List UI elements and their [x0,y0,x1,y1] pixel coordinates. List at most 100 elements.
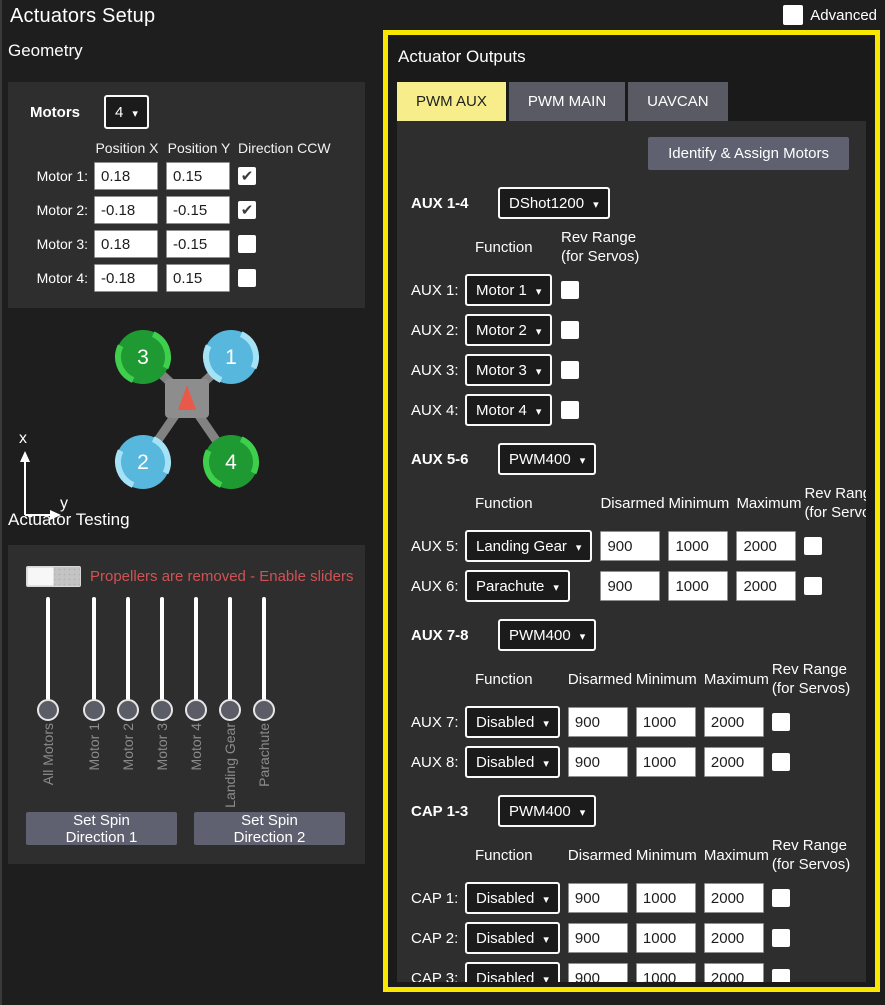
enable-sliders-toggle[interactable] [26,566,81,587]
motor-1-position-y-input[interactable] [166,162,230,190]
motor-2-position-y-input[interactable] [166,196,230,224]
cap-1-3-rate-dropdown[interactable]: PWM400▾ [498,795,596,827]
aux-7-minimum-input[interactable] [636,707,696,737]
set-spin-direction-2-button[interactable]: Set Spin Direction 2 [194,812,345,845]
aux-7-maximum-input[interactable] [704,707,764,737]
aux-5-function-dropdown[interactable]: Landing Gear▾ [465,530,592,562]
aux-6-function-dropdown[interactable]: Parachute▾ [465,570,570,602]
outputs-heading: Actuator Outputs [398,47,526,67]
identify-assign-motors-button[interactable]: Identify & Assign Motors [648,137,849,170]
motor-3-position-y-input[interactable] [166,230,230,258]
slider-motor-2 [112,597,144,721]
slider-track[interactable] [46,597,50,705]
cap-3-minimum-input[interactable] [636,963,696,982]
col-position-y: Position Y [166,140,232,156]
aux-6-minimum-input[interactable] [668,571,728,601]
cap-1-function-dropdown[interactable]: Disabled▾ [465,882,560,914]
motor-2-ccw-checkbox[interactable]: ✔ [238,201,256,219]
motors-count-dropdown[interactable]: 4▾ [104,95,149,129]
motor-4-position-y-input[interactable] [166,264,230,292]
motor-3-ccw-checkbox[interactable] [238,235,256,253]
cap-1-minimum-input[interactable] [636,883,696,913]
motor-3-position-x-input[interactable] [94,230,158,258]
slider-knob-parachute[interactable] [253,699,275,721]
cap-3-function-dropdown[interactable]: Disabled▾ [465,962,560,982]
aux-5-6-label: AUX 5-6 [411,451,498,468]
aux-4-rev-range-checkbox[interactable] [561,401,579,419]
slider-knob-motor-2[interactable] [117,699,139,721]
aux-1-4-rate-dropdown[interactable]: DShot1200▾ [498,187,610,219]
tab-uavcan[interactable]: UAVCAN [628,82,727,121]
cap-2-maximum-input[interactable] [704,923,764,953]
aux-7-rev-range-checkbox[interactable] [772,713,790,731]
cap-1-maximum-input[interactable] [704,883,764,913]
aux-7-8-rate-dropdown[interactable]: PWM400▾ [498,619,596,651]
rev-range-line1: Rev Range [561,228,651,247]
slider-track[interactable] [194,597,198,705]
cap-3-rev-range-checkbox[interactable] [772,969,790,982]
aux-2-rev-range-checkbox[interactable] [561,321,579,339]
aux-5-6-rate-dropdown[interactable]: PWM400▾ [498,443,596,475]
motor-4-disc: 4 [198,429,264,495]
cap-3-maximum-input[interactable] [704,963,764,982]
aux-5-disarmed-input[interactable] [600,531,660,561]
col-rev-range-header: Rev Range(for Servos) [561,228,651,266]
aux-1-rev-range-checkbox[interactable] [561,281,579,299]
cap-1-rev-range-checkbox[interactable] [772,889,790,907]
slider-track[interactable] [228,597,232,705]
aux-2-function-dropdown[interactable]: Motor 2▾ [465,314,552,346]
slider-knob-all-motors[interactable] [37,699,59,721]
aux-7-disarmed-input[interactable] [568,707,628,737]
set-spin-direction-1-button[interactable]: Set Spin Direction 1 [26,812,177,845]
aux-5-rev-range-checkbox[interactable] [804,537,822,555]
aux-6-maximum-input[interactable] [736,571,796,601]
slider-track[interactable] [126,597,130,705]
aux-8-minimum-input[interactable] [636,747,696,777]
cap-2-function-dropdown[interactable]: Disabled▾ [465,922,560,954]
slider-track[interactable] [262,597,266,705]
aux-1-function-dropdown[interactable]: Motor 1▾ [465,274,552,306]
cap-3-disarmed-input[interactable] [568,963,628,982]
aux-8-disarmed-input[interactable] [568,747,628,777]
col-rev-range-header: Rev Range(for Servos) [772,660,862,698]
col-maximum-header: Maximum [736,495,796,512]
slider-knob-motor-3[interactable] [151,699,173,721]
slider-track[interactable] [160,597,164,705]
output-groups: AUX 1-4DShot1200▾FunctionRev Range(for S… [411,187,852,982]
aux-5-minimum-input[interactable] [668,531,728,561]
aux-8-maximum-input[interactable] [704,747,764,777]
cap-2-disarmed-input[interactable] [568,923,628,953]
group-head-cap-1-3: CAP 1-3PWM400▾ [411,795,852,827]
slider-knob-motor-4[interactable] [185,699,207,721]
chevron-down-icon: ▾ [580,454,586,467]
advanced-checkbox[interactable] [783,5,803,25]
cap-2-minimum-input[interactable] [636,923,696,953]
motor-4-ccw-checkbox[interactable] [238,269,256,287]
motor-1-ccw-checkbox[interactable]: ✔ [238,167,256,185]
aux-3-rev-range-checkbox[interactable] [561,361,579,379]
chevron-down-icon: ▾ [132,107,138,120]
aux-3-function-dropdown[interactable]: Motor 3▾ [465,354,552,386]
cap-2-rev-cell [772,929,862,947]
toggle-handle [27,567,54,586]
cap-2-rev-range-checkbox[interactable] [772,929,790,947]
motor-2-position-x-input[interactable] [94,196,158,224]
aux-8-function-dropdown[interactable]: Disabled▾ [465,746,560,778]
motor-1-position-x-input[interactable] [94,162,158,190]
aux-7-function-dropdown[interactable]: Disabled▾ [465,706,560,738]
aux-8-rev-range-checkbox[interactable] [772,753,790,771]
tab-pwm-aux[interactable]: PWM AUX [397,82,506,121]
cap-1-disarmed-input[interactable] [568,883,628,913]
col-minimum-header: Minimum [636,847,696,864]
tab-pwm-main[interactable]: PWM MAIN [509,82,625,121]
aux-6-rev-range-checkbox[interactable] [804,577,822,595]
aux-4-function-dropdown[interactable]: Motor 4▾ [465,394,552,426]
slider-knob-motor-1[interactable] [83,699,105,721]
motor-4-position-x-input[interactable] [94,264,158,292]
aux-5-maximum-input[interactable] [736,531,796,561]
slider-track[interactable] [92,597,96,705]
aux-6-function-cell: Parachute▾ [465,570,592,602]
aux-6-disarmed-input[interactable] [600,571,660,601]
slider-knob-landing-gear[interactable] [219,699,241,721]
motor-number-label: 3 [137,346,149,369]
